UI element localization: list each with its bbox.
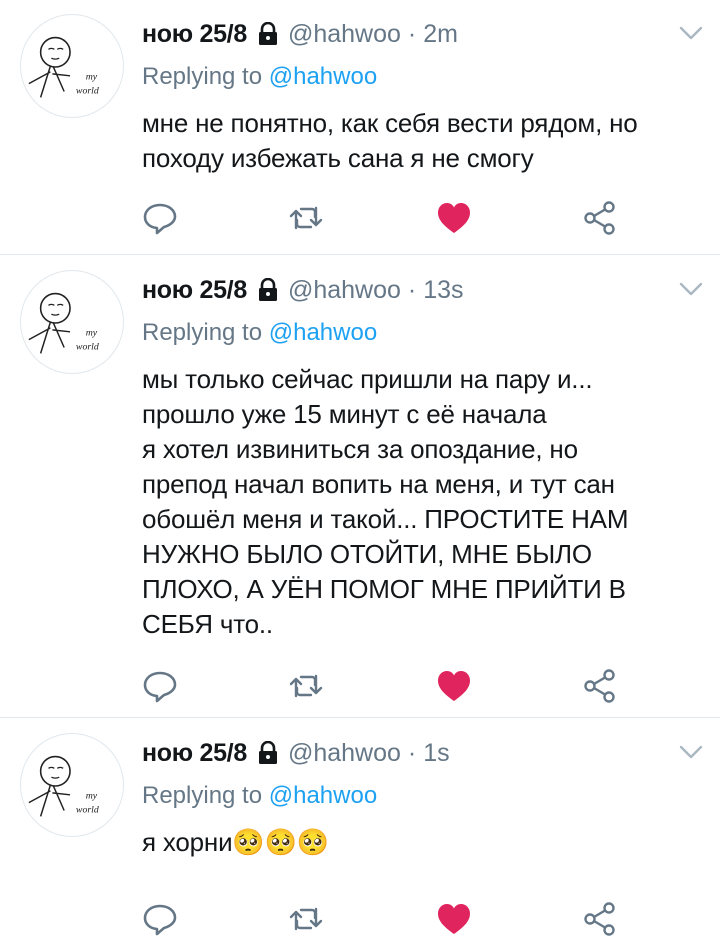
tweet[interactable]: my world ною 25/8 @hahwoo · 1s Replying …: [0, 719, 720, 950]
share-icon[interactable]: [582, 668, 618, 704]
avatar-label-top: my: [86, 791, 98, 802]
retweet-icon[interactable]: [288, 668, 324, 704]
mention-link[interactable]: @hahwoo: [269, 319, 377, 346]
reply-icon[interactable]: [142, 200, 178, 236]
share-icon[interactable]: [582, 901, 618, 937]
display-name[interactable]: ною 25/8: [142, 739, 247, 768]
tweet-text: мне не понятно, как себя вести рядом, но…: [142, 108, 638, 173]
lock-icon: [256, 278, 280, 302]
avatar[interactable]: my world: [20, 733, 124, 837]
replying-to: Replying to @hahwoo: [142, 782, 377, 810]
display-name[interactable]: ною 25/8: [142, 276, 247, 305]
replying-to-label: Replying to: [142, 782, 269, 809]
tweet-header: ною 25/8 @hahwoo · 1s: [142, 738, 700, 768]
avatar-image: my world: [28, 36, 99, 98]
handle[interactable]: @hahwoo: [288, 276, 401, 305]
separator-dot: ·: [407, 19, 417, 48]
tweet-feed: my world ною 25/8 @hahwoo · 2m Replying …: [0, 0, 720, 950]
retweet-icon[interactable]: [288, 200, 324, 236]
avatar-image: my world: [28, 292, 99, 354]
tweet[interactable]: my world ною 25/8 @hahwoo · 13s Replying…: [0, 256, 720, 718]
avatar[interactable]: my world: [20, 14, 124, 118]
avatar-label-top: my: [86, 72, 98, 83]
share-icon[interactable]: [582, 200, 618, 236]
separator-dot: ·: [407, 738, 417, 767]
chevron-down-icon[interactable]: [676, 274, 706, 304]
reply-icon[interactable]: [142, 901, 178, 937]
tweet-header: ною 25/8 @hahwoo · 13s: [142, 275, 700, 305]
tweet-header: ною 25/8 @hahwoo · 2m: [142, 19, 700, 49]
lock-icon: [256, 22, 280, 46]
tweet-text: я хорни🥺🥺🥺: [142, 827, 329, 857]
avatar-label-bottom: world: [76, 85, 99, 96]
reply-icon[interactable]: [142, 668, 178, 704]
avatar-label-bottom: world: [76, 804, 99, 815]
avatar-label-bottom: world: [76, 341, 99, 352]
timestamp[interactable]: 2m: [423, 20, 458, 49]
heart-icon[interactable]: [436, 668, 472, 704]
handle[interactable]: @hahwoo: [288, 739, 401, 768]
heart-icon[interactable]: [436, 901, 472, 937]
replying-to-label: Replying to: [142, 319, 269, 346]
replying-to-label: Replying to: [142, 63, 269, 90]
avatar-image: my world: [28, 755, 99, 817]
separator-dot: ·: [407, 275, 417, 304]
retweet-icon[interactable]: [288, 901, 324, 937]
avatar[interactable]: my world: [20, 270, 124, 374]
mention-link[interactable]: @hahwoo: [269, 782, 377, 809]
chevron-down-icon[interactable]: [676, 737, 706, 767]
heart-icon[interactable]: [436, 200, 472, 236]
timestamp[interactable]: 1s: [423, 739, 449, 768]
chevron-down-icon[interactable]: [676, 18, 706, 48]
display-name[interactable]: ною 25/8: [142, 20, 247, 49]
timestamp[interactable]: 13s: [423, 276, 463, 305]
replying-to: Replying to @hahwoo: [142, 63, 377, 91]
tweet-actions: [142, 901, 622, 937]
tweet-text: мы только сейчас пришли на пару и... про…: [142, 364, 629, 639]
tweet-actions: [142, 200, 622, 236]
lock-icon: [256, 741, 280, 765]
handle[interactable]: @hahwoo: [288, 20, 401, 49]
tweet-actions: [142, 668, 622, 704]
avatar-label-top: my: [86, 328, 98, 339]
mention-link[interactable]: @hahwoo: [269, 63, 377, 90]
replying-to: Replying to @hahwoo: [142, 319, 377, 347]
tweet[interactable]: my world ною 25/8 @hahwoo · 2m Replying …: [0, 0, 720, 255]
